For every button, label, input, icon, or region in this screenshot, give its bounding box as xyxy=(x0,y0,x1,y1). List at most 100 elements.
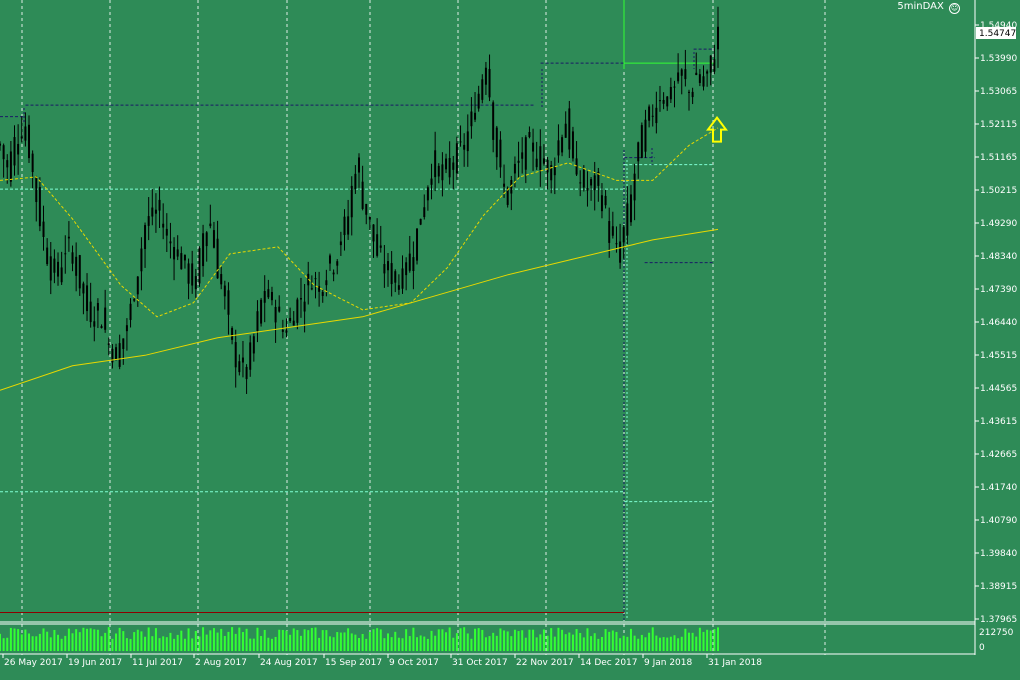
current-price-label: 1.54747 xyxy=(979,29,1016,39)
candle-body xyxy=(669,86,672,100)
candle-body xyxy=(187,263,190,284)
volume-bar xyxy=(260,636,263,651)
volume-bar xyxy=(216,632,219,651)
candle-body xyxy=(328,255,331,264)
volume-bar xyxy=(383,638,386,651)
candle-body xyxy=(194,276,197,290)
volume-bar xyxy=(9,627,12,651)
candle-body xyxy=(492,102,495,140)
volume-bar xyxy=(122,631,125,651)
volume-bar xyxy=(354,634,357,651)
candle-body xyxy=(332,272,335,275)
volume-bar xyxy=(550,628,553,651)
time-tick-label: 26 May 2017 xyxy=(4,658,63,668)
candle-body xyxy=(71,252,74,264)
candle-body xyxy=(38,187,41,227)
candle-body xyxy=(608,221,611,243)
price-tick-label: 1.41740 xyxy=(980,483,1017,493)
candle-body xyxy=(133,299,136,301)
volume-bar xyxy=(401,638,404,651)
volume-bar xyxy=(571,634,574,651)
candle-body xyxy=(183,254,186,261)
smiley-icon: ☺ xyxy=(949,3,960,14)
volume-bar xyxy=(586,628,589,651)
candle-body xyxy=(655,107,658,124)
candle-body xyxy=(702,76,705,87)
candle-body xyxy=(372,224,375,242)
time-tick-label: 15 Sep 2017 xyxy=(325,658,382,668)
volume-bar xyxy=(717,627,719,651)
volume-bar xyxy=(521,630,524,651)
volume-bar xyxy=(698,627,701,651)
volume-bar xyxy=(343,632,346,651)
price-tick-label: 1.49290 xyxy=(980,219,1017,229)
volume-bar xyxy=(448,627,451,651)
candle-body xyxy=(321,291,324,296)
volume-bar xyxy=(575,629,578,651)
price-tick-label: 1.38915 xyxy=(980,582,1017,592)
candle-body xyxy=(495,127,498,158)
price-tick-label: 1.39840 xyxy=(980,549,1017,559)
volume-bar xyxy=(263,629,266,651)
volume-bar xyxy=(390,637,393,651)
candle-body xyxy=(339,241,342,246)
volume-bar xyxy=(702,631,705,651)
indicator-label: 5minDAX ☺ xyxy=(897,1,960,14)
volume-bar xyxy=(619,638,622,651)
candle-body xyxy=(521,152,524,159)
candle-body xyxy=(604,195,607,206)
candle-body xyxy=(64,253,67,255)
candle-body xyxy=(546,159,549,173)
volume-bar xyxy=(310,627,313,651)
chart-canvas[interactable]: 1.549401.539901.530651.521151.511651.502… xyxy=(0,0,1020,676)
candle-body xyxy=(263,291,266,303)
price-tick-label: 1.48340 xyxy=(980,252,1017,262)
volume-bar xyxy=(430,630,433,651)
volume-bar xyxy=(328,636,331,651)
time-tick-label: 22 Nov 2017 xyxy=(516,658,574,668)
candle-body xyxy=(622,227,625,243)
candle-body xyxy=(658,100,661,102)
candle-body xyxy=(180,253,183,270)
candle-body xyxy=(629,194,632,223)
price-tick-label: 1.45515 xyxy=(980,351,1017,361)
volume-bar xyxy=(405,629,408,651)
volume-bar xyxy=(115,633,118,651)
candle-body xyxy=(202,233,205,267)
candle-body xyxy=(499,139,502,168)
volume-bar xyxy=(532,629,535,651)
volume-bar xyxy=(212,628,215,651)
candle-body xyxy=(517,160,520,163)
candle-body xyxy=(691,91,694,98)
volume-bar xyxy=(503,630,506,651)
volume-bar xyxy=(169,632,172,651)
time-tick-label: 9 Oct 2017 xyxy=(389,658,439,668)
volume-bar xyxy=(24,629,27,651)
candle-body xyxy=(140,248,143,272)
volume-bar xyxy=(397,637,400,651)
candle-body xyxy=(564,123,567,138)
volume-bar xyxy=(568,632,571,651)
candle-body xyxy=(144,225,147,250)
price-chart[interactable]: 1.54940 1.53990 1.53065 1.52115 1.51165 1.502… xyxy=(0,0,1020,676)
candle-body xyxy=(368,216,371,220)
candle-body xyxy=(234,342,237,368)
volume-bar xyxy=(336,632,339,651)
candle-body xyxy=(535,158,538,168)
volume-bar xyxy=(93,629,96,651)
volume-bar xyxy=(379,629,382,651)
candle-body xyxy=(354,173,357,190)
candle-body xyxy=(125,325,128,332)
volume-bar xyxy=(466,633,469,651)
volume-bar xyxy=(332,637,335,651)
candle-body xyxy=(205,232,208,247)
volume-bar xyxy=(325,630,328,651)
volume-bar xyxy=(691,632,694,651)
candle-body xyxy=(274,306,277,323)
volume-bar xyxy=(365,638,368,651)
candle-body xyxy=(136,276,139,295)
volume-bar xyxy=(307,630,310,651)
volume-bar xyxy=(629,628,632,651)
candle-body xyxy=(245,366,248,380)
candle-body xyxy=(640,125,643,158)
